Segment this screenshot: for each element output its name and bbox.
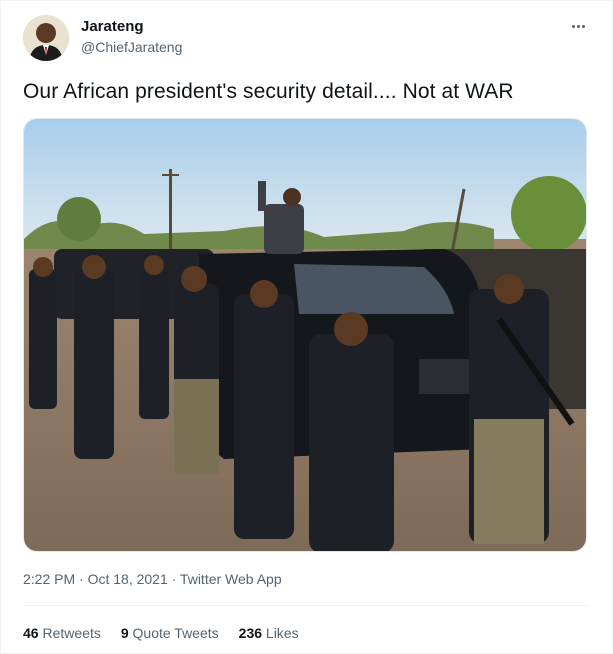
likes-stat[interactable]: 236 Likes — [239, 625, 299, 641]
likes-label: Likes — [265, 625, 299, 641]
tweet-text: Our African president's security detail.… — [23, 80, 514, 103]
tweet-photo[interactable] — [23, 118, 587, 552]
display-name[interactable]: Jarateng — [81, 18, 144, 35]
photo-image — [24, 119, 586, 551]
avatar-image — [23, 15, 69, 61]
retweets-label: Retweets — [42, 625, 101, 641]
quote-tweets-label: Quote Tweets — [132, 625, 219, 641]
dot — [571, 24, 575, 28]
retweets-count: 46 — [23, 625, 39, 641]
retweets-stat[interactable]: 46 Retweets — [23, 625, 101, 641]
avatar[interactable] — [23, 15, 69, 61]
tweet-stats: 46 Retweets 9 Quote Tweets 236 Likes — [23, 625, 299, 641]
dot — [581, 24, 585, 28]
dot — [576, 24, 580, 28]
quote-tweets-count: 9 — [120, 625, 129, 641]
tweet-timestamp[interactable]: 2:22 PM · Oct 18, 2021 · Twitter Web App — [23, 571, 282, 587]
more-options-icon[interactable] — [567, 15, 589, 37]
likes-count: 236 — [238, 625, 263, 641]
divider — [23, 605, 590, 606]
user-handle[interactable]: @ChiefJarateng — [81, 39, 182, 55]
tweet-card: Jarateng @ChiefJarateng Our African pres… — [0, 0, 613, 654]
quote-tweets-stat[interactable]: 9 Quote Tweets — [121, 625, 219, 641]
